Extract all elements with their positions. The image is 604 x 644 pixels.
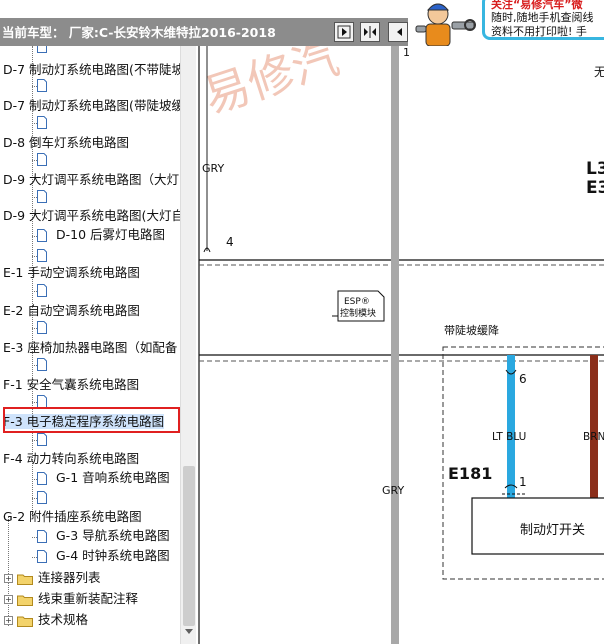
scroll-down-arrow-icon[interactable] (184, 626, 194, 636)
document-icon[interactable] (37, 79, 47, 92)
document-icon[interactable] (37, 491, 47, 504)
tree-branch (32, 440, 37, 441)
tree-branch (32, 498, 37, 499)
pin-number-4: 4 (226, 235, 234, 249)
arrow-left-icon (397, 28, 402, 36)
diagram-tree: D-7 制动灯系统电路图(不带陡坡 D-7 制动灯系统电路图(带陡坡缓 D-8 … (0, 46, 196, 644)
top-right-label: 无 (594, 65, 604, 79)
document-icon[interactable] (37, 433, 47, 446)
tree-scrollbar[interactable] (180, 46, 196, 644)
tree-branch (32, 537, 37, 538)
selection-highlight-box (3, 407, 180, 433)
mechanic-mascot-icon (415, 3, 476, 46)
tree-branch (32, 365, 37, 366)
tree-item-g4[interactable]: G-4 时钟系统电路图 (56, 548, 170, 564)
document-icon[interactable] (37, 321, 47, 334)
document-icon[interactable] (37, 46, 47, 53)
tree-item-e1[interactable]: E-1 手动空调系统电路图 (3, 265, 140, 281)
document-icon[interactable] (37, 472, 47, 485)
tree-item-d7-hdc[interactable]: D-7 制动灯系统电路图(带陡坡缓 (3, 98, 184, 114)
tree-guide-line (32, 46, 33, 516)
fit-width-icon (364, 26, 376, 38)
tree-item-g2[interactable]: G-2 附件插座系统电路图 (3, 509, 142, 525)
tree-branch (32, 291, 37, 292)
label-l3: L3 (586, 159, 604, 179)
tree-folder-connector-list[interactable]: 连接器列表 (38, 570, 101, 586)
label-e3: E3 (586, 178, 604, 198)
expand-toggle-connector-list[interactable]: + (4, 574, 13, 583)
document-icon[interactable] (37, 550, 47, 563)
tree-branch (32, 256, 37, 257)
scrollbar-thumb[interactable] (183, 466, 195, 626)
tree-item-e2[interactable]: E-2 自动空调系统电路图 (3, 303, 140, 319)
tree-branch (32, 123, 37, 124)
folder-icon (17, 595, 33, 606)
tree-item-d10[interactable]: D-10 后雾灯电路图 (56, 227, 165, 243)
tree-folder-harness-notes[interactable]: 线束重新装配注释 (38, 591, 138, 607)
fit-width-button[interactable] (360, 22, 380, 42)
tree-item-e3[interactable]: E-3 座椅加热器电路图（如配备 (3, 340, 177, 356)
document-icon[interactable] (37, 153, 47, 166)
tree-item-f1[interactable]: F-1 安全气囊系统电路图 (3, 377, 139, 393)
folder-icon (17, 616, 33, 627)
tree-item-g3[interactable]: G-3 导航系统电路图 (56, 528, 170, 544)
tree-item-d9-manual[interactable]: D-9 大灯调平系统电路图（大灯 (3, 172, 179, 188)
tree-folder-tech-specs[interactable]: 技术规格 (38, 612, 88, 628)
document-icon[interactable] (37, 116, 47, 129)
wire-label-brn: BRN (583, 431, 604, 443)
promo-banner[interactable]: 关注“易修汽车”微 随时,随地手机查阅线 资料不用打印啦! 手 (408, 0, 604, 46)
tree-branch (32, 479, 37, 480)
wire-label-gry-mid: GRY (382, 484, 404, 497)
wire-label-gry-top: GRY (202, 162, 224, 175)
wire-label-lt-blu: LT BLU (492, 431, 526, 443)
document-icon[interactable] (37, 190, 47, 203)
pin-number-1-top: 1 (403, 46, 410, 59)
brake-switch-label: 制动灯开关 (520, 523, 585, 538)
tree-branch (32, 402, 37, 403)
pin-number-6: 6 (519, 372, 527, 386)
light-blue-wire (507, 355, 515, 498)
tree-item-d9-auto[interactable]: D-9 大灯调平系统电路图(大灯自 (3, 208, 184, 224)
wiring-diagram-canvas: 易修汽 GRY 4 1 GRY ESP® 控制模块 无 L3 E3 带陡坡缓降 (197, 46, 604, 644)
tree-branch (32, 86, 37, 87)
expand-right-button[interactable] (334, 22, 354, 42)
top-bar: 当前车型： 厂家:C-长安铃木维特拉2016-2018 关注“易修汽车”微 随时… (0, 0, 604, 46)
tree-branch (32, 236, 37, 237)
tree-branch (32, 160, 37, 161)
wiring-diagram-viewer[interactable]: 易修汽 GRY 4 1 GRY ESP® 控制模块 无 L3 E3 带陡坡缓降 (196, 46, 604, 644)
watermark-text: 易修汽 (197, 46, 345, 124)
tree-branch (32, 197, 37, 198)
tree-guide-line (8, 516, 9, 626)
collapse-left-button[interactable] (388, 22, 408, 42)
document-icon[interactable] (37, 530, 47, 543)
connector-id-e181: E181 (448, 464, 492, 483)
tree-item-g1[interactable]: G-1 音响系统电路图 (56, 470, 170, 486)
promo-text-box: 关注“易修汽车”微 随时,随地手机查阅线 资料不用打印啦! 手 (482, 0, 604, 40)
tree-branch (32, 557, 37, 558)
document-icon[interactable] (37, 358, 47, 371)
folder-icon (17, 574, 33, 585)
document-icon[interactable] (37, 229, 47, 242)
tree-item-f4[interactable]: F-4 动力转向系统电路图 (3, 451, 139, 467)
brown-wire (590, 355, 598, 498)
current-model-label: 当前车型： 厂家:C-长安铃木维特拉2016-2018 (2, 25, 276, 40)
tree-item-d8[interactable]: D-8 倒车灯系统电路图 (3, 135, 129, 151)
expand-toggle-harness-notes[interactable]: + (4, 595, 13, 604)
document-icon[interactable] (37, 249, 47, 262)
esp-module-label: 控制模块 (340, 307, 376, 319)
title-strip: 当前车型： 厂家:C-长安铃木维特拉2016-2018 (0, 18, 410, 46)
arrow-right-icon (337, 25, 351, 39)
esp-label: ESP® (344, 297, 370, 307)
document-icon[interactable] (37, 284, 47, 297)
tree-item-d7-no-hdc[interactable]: D-7 制动灯系统电路图(不带陡坡 (3, 62, 184, 78)
esp-module-badge: ESP® 控制模块 (332, 290, 385, 322)
tree-branch (32, 328, 37, 329)
expand-toggle-tech-specs[interactable]: + (4, 616, 13, 625)
gray-wire (391, 46, 399, 644)
hdc-box-label: 带陡坡缓降 (444, 323, 499, 337)
pin-number-1: 1 (519, 475, 527, 489)
promo-line-3: 资料不用打印啦! 手 (491, 25, 587, 38)
